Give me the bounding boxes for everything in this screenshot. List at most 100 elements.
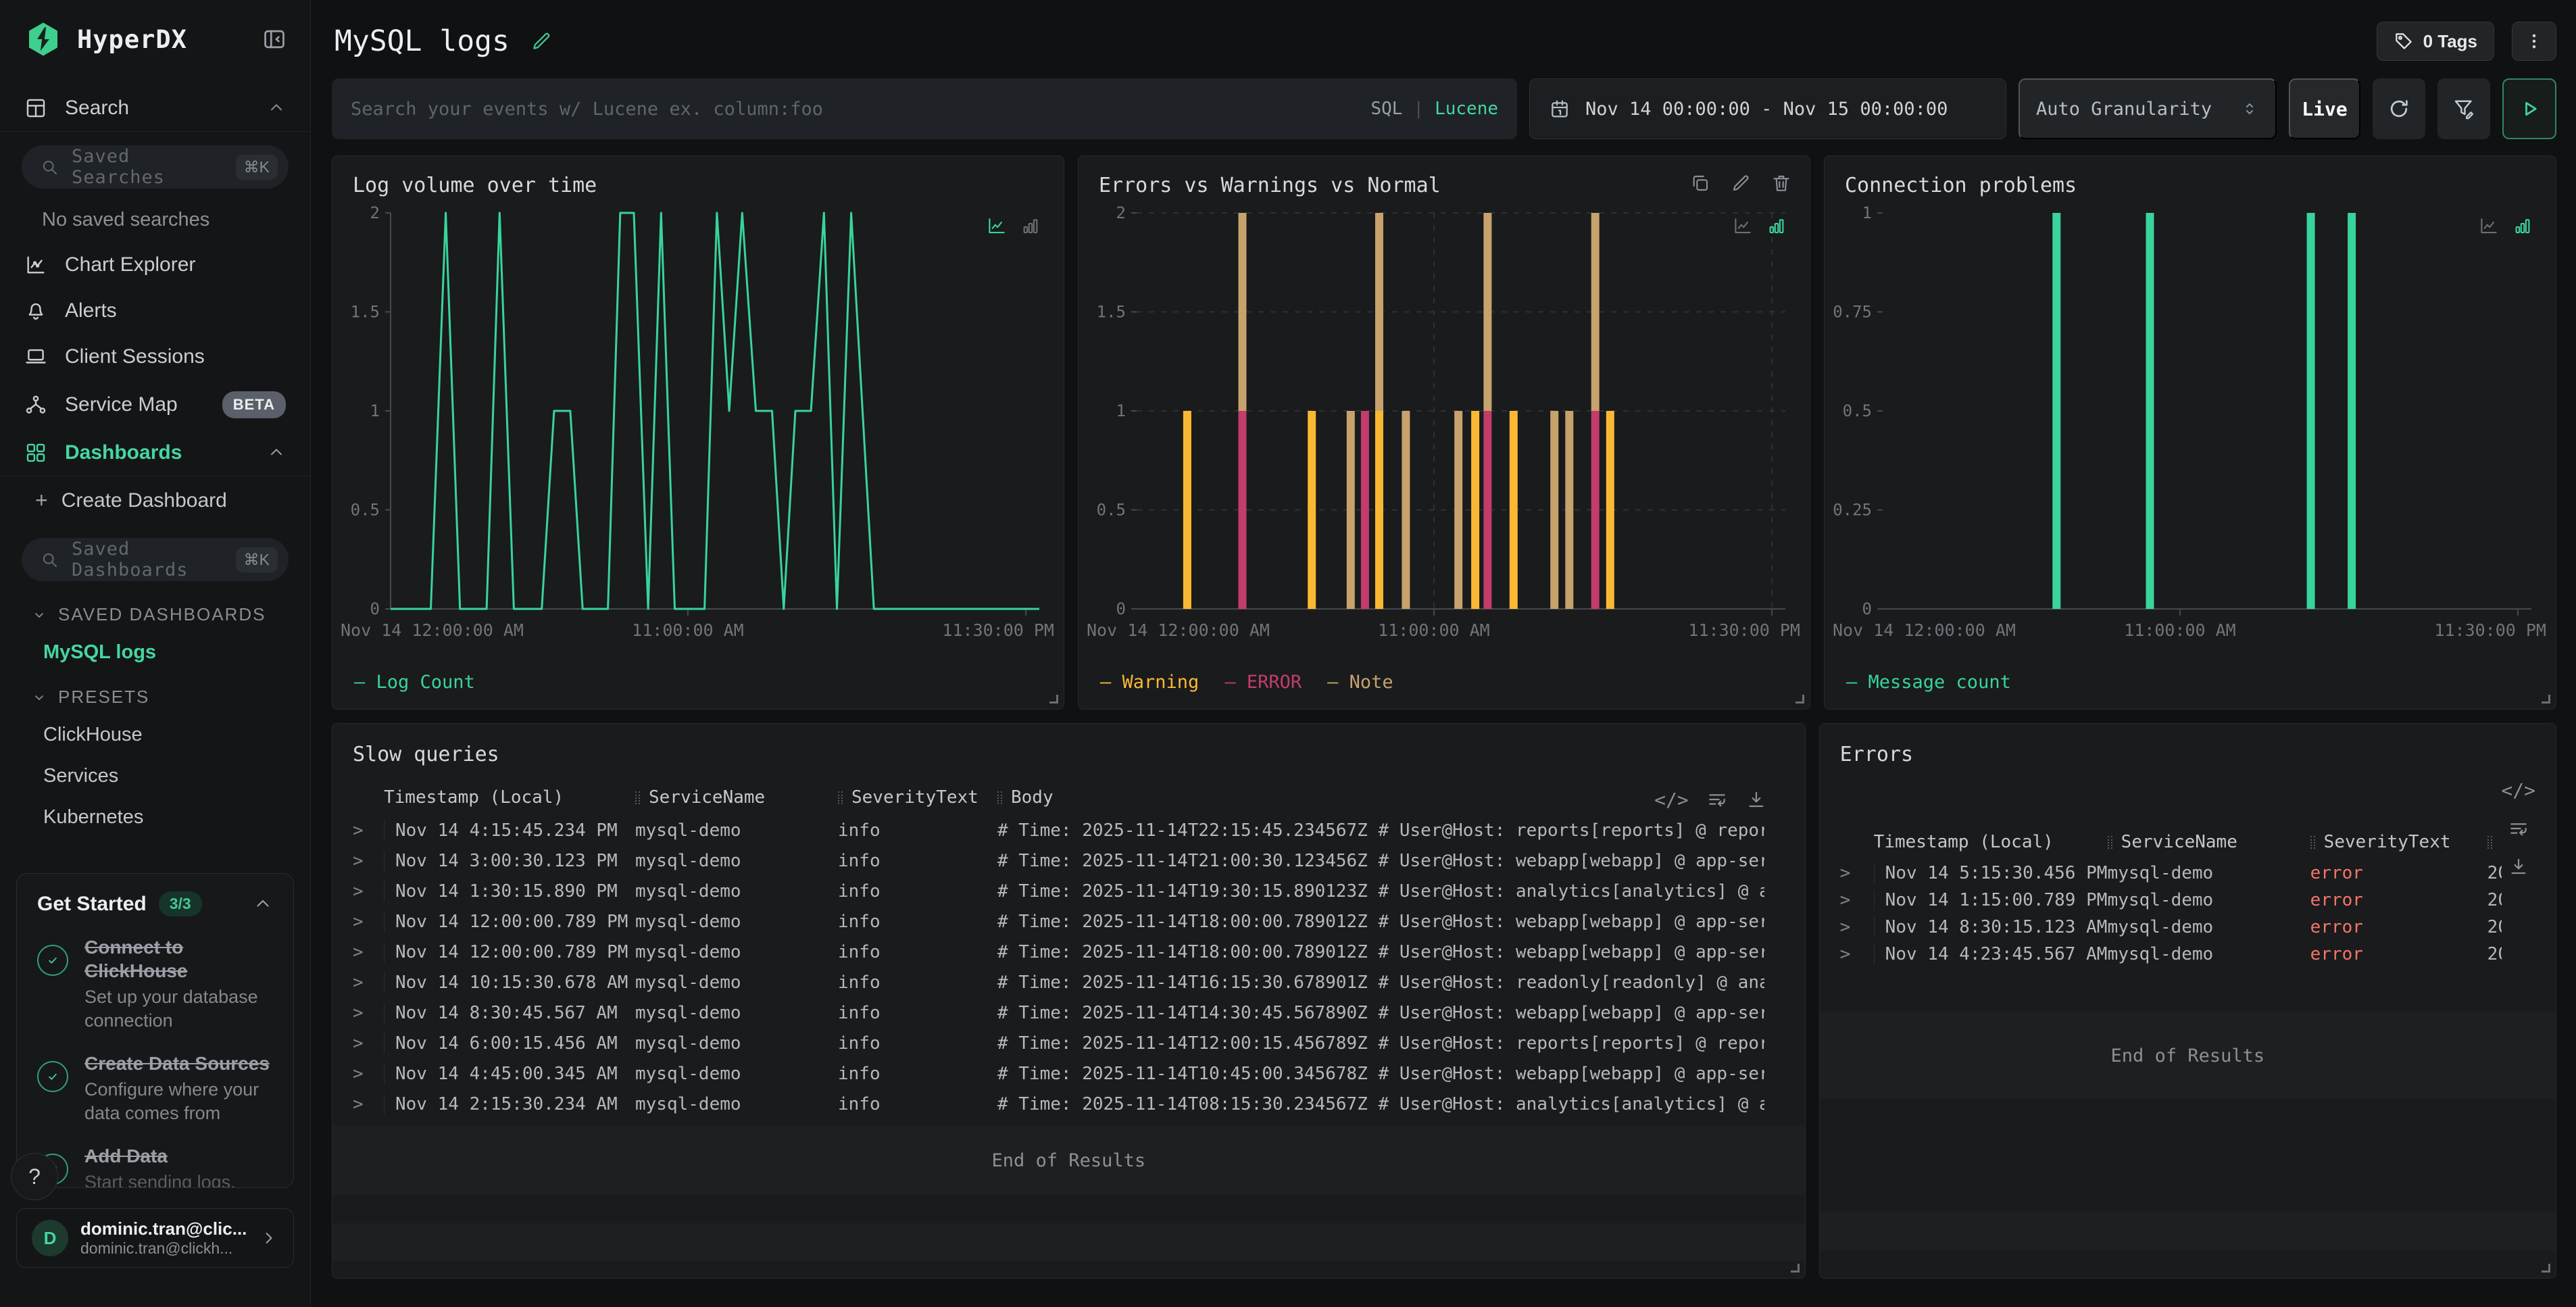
delete-chart-icon[interactable] (1770, 172, 1792, 194)
wrap-text-icon[interactable] (1706, 789, 1728, 810)
table-row[interactable]: >Nov 14 4:15:45.234 PMmysql-demoinfo# Ti… (332, 815, 1805, 845)
bar-view-button[interactable] (2512, 216, 2533, 236)
bar-view-button[interactable] (1766, 216, 1787, 236)
sidebar-item-service-map[interactable]: Service MapBETA (0, 380, 310, 430)
expand-row-icon[interactable]: > (1840, 917, 1874, 937)
sidebar-preset-kubernetes[interactable]: Kubernetes (0, 797, 310, 838)
drag-handle-icon[interactable] (635, 791, 640, 804)
sidebar-item-search[interactable]: Search (0, 85, 310, 131)
download-icon[interactable] (2508, 856, 2529, 877)
expand-row-icon[interactable]: > (353, 1003, 384, 1023)
expand-row-icon[interactable]: > (353, 881, 384, 902)
legend-item[interactable]: — ERROR (1224, 672, 1302, 693)
expand-row-icon[interactable]: > (1840, 890, 1874, 910)
edit-title-button[interactable] (530, 30, 553, 53)
table-row[interactable]: >Nov 14 1:15:00.789 PMmysql-demoerror202… (1820, 887, 2556, 914)
sidebar-dashboard-mysql-logs[interactable]: MySQL logs (0, 632, 310, 673)
sidebar-item-alerts[interactable]: Alerts (0, 288, 310, 334)
expand-row-icon[interactable]: > (353, 1064, 384, 1084)
drag-handle-icon[interactable] (2310, 836, 2315, 849)
table-row[interactable]: >Nov 14 12:00:00.789 PMmysql-demoinfo# T… (332, 906, 1805, 937)
sidebar-item-chart-explorer[interactable]: Chart Explorer (0, 242, 310, 288)
table-row[interactable]: >Nov 14 5:15:30.456 PMmysql-demoerror202… (1820, 860, 2556, 887)
filter-button[interactable] (2437, 78, 2490, 139)
expand-row-icon[interactable]: > (353, 942, 384, 962)
line-view-button[interactable] (2479, 216, 2499, 236)
resize-handle[interactable] (2542, 1264, 2550, 1273)
sidebar-item-dashboards[interactable]: Dashboards (0, 430, 310, 476)
table-row[interactable]: >Nov 14 4:45:00.345 AMmysql-demoinfo# Ti… (332, 1058, 1805, 1089)
code-view-icon[interactable]: </> (1654, 789, 1689, 811)
chart-plot[interactable]: 00.511.52Nov 14 12:00:00 AM11:00:00 AM11… (1083, 198, 1804, 643)
table-row[interactable]: >Nov 14 12:00:00.789 PMmysql-demoinfo# T… (332, 937, 1805, 967)
sql-toggle[interactable]: SQL (1370, 99, 1402, 119)
get-started-item[interactable]: Add DataStart sending logs, metrics, or … (37, 1144, 273, 1188)
download-icon[interactable] (1745, 789, 1767, 810)
horizontal-scrollbar[interactable] (1820, 1212, 2556, 1250)
expand-row-icon[interactable]: > (353, 912, 384, 932)
expand-row-icon[interactable]: > (353, 972, 384, 993)
table-row[interactable]: >Nov 14 2:15:30.234 AMmysql-demoinfo# Ti… (332, 1089, 1805, 1119)
sidebar-preset-services[interactable]: Services (0, 756, 310, 797)
resize-handle[interactable] (1049, 695, 1058, 704)
lucene-toggle[interactable]: Lucene (1435, 99, 1498, 119)
resize-handle[interactable] (1795, 695, 1804, 704)
edit-chart-icon[interactable] (1730, 172, 1752, 194)
column-header[interactable]: Timestamp (Local) (384, 787, 635, 808)
column-header[interactable]: ServiceName (635, 787, 838, 808)
code-view-icon[interactable]: </> (2501, 779, 2535, 802)
time-range-picker[interactable]: Nov 14 00:00:00 - Nov 15 00:00:00 (1529, 78, 2006, 139)
saved-dashboards-input[interactable]: Saved Dashboards⌘K (22, 538, 289, 581)
user-account-card[interactable]: D dominic.tran@clic... dominic.tran@clic… (16, 1208, 294, 1268)
run-query-button[interactable] (2502, 78, 2556, 139)
column-header[interactable]: SeverityText (838, 787, 997, 808)
table-row[interactable]: >Nov 14 8:30:45.567 AMmysql-demoinfo# Ti… (332, 997, 1805, 1028)
expand-row-icon[interactable]: > (353, 851, 384, 871)
expand-row-icon[interactable]: > (1840, 944, 1874, 964)
expand-row-icon[interactable]: > (353, 1094, 384, 1114)
drag-handle-icon[interactable] (2108, 836, 2112, 849)
chart-plot[interactable]: 00.250.50.751Nov 14 12:00:00 AM11:00:00 … (1829, 198, 2550, 643)
get-started-item[interactable]: Create Data SourcesConfigure where your … (37, 1052, 273, 1125)
drag-handle-icon[interactable] (838, 791, 843, 804)
legend-item[interactable]: — Log Count (354, 672, 475, 693)
expand-row-icon[interactable]: > (353, 820, 384, 841)
live-button[interactable]: Live (2289, 78, 2360, 139)
more-menu-button[interactable] (2512, 22, 2556, 61)
table-row[interactable]: >Nov 14 6:00:15.456 AMmysql-demoinfo# Ti… (332, 1028, 1805, 1058)
column-header[interactable]: Body (997, 787, 1764, 808)
expand-row-icon[interactable]: > (353, 1033, 384, 1054)
table-row[interactable]: >Nov 14 10:15:30.678 AMmysql-demoinfo# T… (332, 967, 1805, 997)
column-header[interactable] (2487, 836, 2502, 849)
horizontal-scrollbar[interactable] (332, 1223, 1805, 1261)
legend-item[interactable]: — Note (1327, 672, 1393, 693)
legend-item[interactable]: — Warning (1100, 672, 1199, 693)
resize-handle[interactable] (2542, 695, 2550, 704)
saved-dashboards-section[interactable]: SAVED DASHBOARDS (0, 591, 310, 632)
column-header[interactable]: SeverityText (2310, 832, 2487, 852)
table-row[interactable]: >Nov 14 1:30:15.890 PMmysql-demoinfo# Ti… (332, 876, 1805, 906)
resize-handle[interactable] (1791, 1264, 1800, 1273)
drag-handle-icon[interactable] (997, 791, 1002, 804)
table-row[interactable]: >Nov 14 8:30:15.123 AMmysql-demoerror202… (1820, 914, 2556, 941)
sidebar-preset-clickhouse[interactable]: ClickHouse (0, 714, 310, 756)
get-started-item[interactable]: Connect to ClickHouseSet up your databas… (37, 935, 273, 1033)
collapse-sidebar-button[interactable] (262, 26, 287, 52)
table-row[interactable]: >Nov 14 4:23:45.567 AMmysql-demoerror202… (1820, 941, 2556, 968)
presets-section[interactable]: PRESETS (0, 673, 310, 714)
saved-searches-input[interactable]: Saved Searches⌘K (22, 145, 289, 189)
expand-row-icon[interactable]: > (1840, 863, 1874, 883)
help-button[interactable]: ? (11, 1153, 58, 1200)
create-dashboard-button[interactable]: +Create Dashboard (0, 476, 310, 524)
column-header[interactable]: Timestamp (Local) (1874, 832, 2108, 852)
line-view-button[interactable] (1733, 216, 1753, 236)
legend-item[interactable]: — Message count (1846, 672, 2011, 693)
event-search-input[interactable]: Search your events w/ Lucene ex. column:… (332, 78, 1517, 139)
line-view-button[interactable] (987, 216, 1007, 236)
bar-view-button[interactable] (1020, 216, 1041, 236)
get-started-header[interactable]: Get Started 3/3 (37, 891, 273, 916)
refresh-button[interactable] (2373, 78, 2425, 139)
duplicate-icon[interactable] (1689, 172, 1711, 194)
column-header[interactable]: ServiceName (2108, 832, 2310, 852)
wrap-text-icon[interactable] (2508, 818, 2529, 839)
